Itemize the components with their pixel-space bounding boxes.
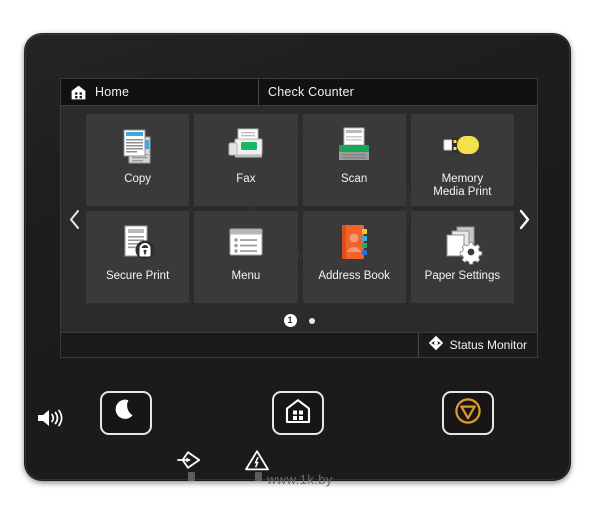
page-dot-current[interactable]: 1 — [283, 314, 297, 327]
usb-drive-icon — [440, 123, 484, 169]
page-indicator[interactable]: 1 — [61, 314, 537, 327]
list-window-icon — [224, 220, 268, 266]
tile-scan[interactable]: Scan — [302, 114, 406, 206]
tile-menu-label: Menu — [231, 270, 261, 282]
copy-icon — [116, 123, 160, 169]
screen-titlebar: Home Check Counter — [61, 79, 537, 106]
tab-home[interactable]: Home — [61, 79, 259, 105]
crescent-moon-icon — [114, 398, 139, 428]
document-lock-icon — [116, 220, 160, 266]
tile-memory-media-print-label: Memory Media Print — [433, 173, 492, 198]
tab-home-label: Home — [95, 85, 130, 99]
scan-icon — [332, 123, 376, 169]
home-app-area: by — [61, 106, 537, 332]
sleep-button[interactable] — [100, 391, 152, 435]
tile-fax-label: Fax — [236, 173, 256, 185]
tab-check-counter[interactable]: Check Counter — [259, 79, 537, 105]
tile-paper-settings-label: Paper Settings — [424, 270, 501, 282]
status-monitor-label: Status Monitor — [449, 338, 527, 352]
fax-icon — [224, 123, 268, 169]
warning-triangle-icon — [243, 447, 271, 473]
error-led — [255, 472, 262, 481]
data-led — [188, 472, 195, 481]
tile-copy-label: Copy — [124, 173, 152, 185]
page-dot-2[interactable] — [308, 317, 315, 324]
status-monitor-button[interactable]: Status Monitor — [417, 333, 537, 357]
tile-address-book[interactable]: Address Book — [302, 211, 406, 303]
tile-secure-print[interactable]: Secure Print — [86, 211, 190, 303]
stop-button[interactable] — [442, 391, 494, 435]
lcd-touchscreen[interactable]: Home Check Counter by — [60, 78, 538, 358]
tile-copy[interactable]: Copy — [86, 114, 190, 206]
tab-check-counter-label: Check Counter — [268, 85, 354, 99]
eye-diamond-icon — [428, 335, 444, 356]
tile-fax[interactable]: Fax — [194, 114, 298, 206]
speaker-volume-icon — [34, 405, 68, 431]
site-watermark: www.1k.by — [267, 472, 333, 487]
tile-menu[interactable]: Menu — [194, 211, 298, 303]
tile-secure-print-label: Secure Print — [105, 270, 170, 282]
tile-paper-settings[interactable]: Paper Settings — [410, 211, 514, 303]
address-book-icon — [332, 220, 376, 266]
chevron-left-icon[interactable] — [63, 204, 85, 234]
home-button[interactable] — [272, 391, 324, 435]
home-icon — [285, 398, 311, 429]
printer-control-panel: Home Check Counter by — [24, 33, 571, 481]
chevron-right-icon[interactable] — [513, 204, 535, 234]
tile-scan-label: Scan — [341, 173, 368, 185]
tile-memory-media-print[interactable]: Memory Media Print — [410, 114, 514, 206]
stop-triangle-icon — [454, 397, 482, 430]
screen-statusbar: Status Monitor — [61, 332, 537, 357]
app-tile-grid: Copy Fax Scan Memory Media Print Secure … — [86, 114, 514, 303]
data-arrow-icon — [176, 447, 204, 473]
paper-gear-icon — [440, 220, 484, 266]
tile-address-book-label: Address Book — [318, 270, 390, 282]
home-icon — [70, 84, 87, 101]
